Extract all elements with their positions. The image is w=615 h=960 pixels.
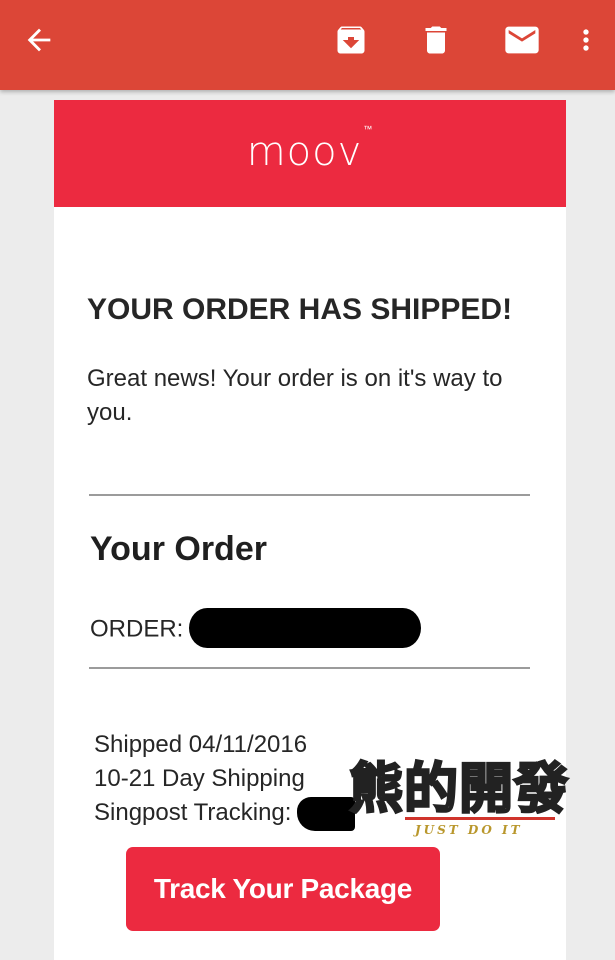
more-vert-icon [583,29,589,51]
shipped-headline: YOUR ORDER HAS SHIPPED! [87,293,513,326]
archive-button[interactable] [328,17,374,63]
divider [89,494,530,496]
tracking-label: Singpost Tracking: [94,799,292,826]
delete-icon [425,26,447,54]
arrow-back-icon [27,28,51,52]
more-options-button[interactable] [563,17,609,63]
track-package-button[interactable]: Track Your Package [126,847,440,931]
redacted-tracking-number [297,796,356,831]
shipped-date: Shipped 04/11/2016 [94,731,308,758]
intro-text: Great news! Your order is on it's way to… [87,365,503,426]
tracking-row: Singpost Tracking: [94,796,356,831]
archive-icon [337,26,365,54]
order-section-title: Your Order [90,530,267,568]
delete-button[interactable] [413,17,459,63]
order-label: ORDER: [90,615,184,643]
shipping-method: 10-21 Day Shipping [94,765,305,792]
brand-header: moov™ [54,100,566,207]
brand-logo: moov™ [246,125,374,175]
app-toolbar [0,0,615,90]
order-number-row: ORDER: [90,608,422,650]
mail-icon [505,26,539,54]
brand-name: moov [246,128,363,175]
shipping-details: Shipped 04/11/2016 10-21 Day Shipping Si… [94,728,356,831]
mark-unread-button[interactable] [499,17,545,63]
redacted-order-number [189,608,422,648]
email-body: moov™ YOUR ORDER HAS SHIPPED! Great news… [54,100,566,960]
trademark-symbol: ™ [363,125,374,136]
divider [89,667,530,669]
back-button[interactable] [16,17,62,63]
